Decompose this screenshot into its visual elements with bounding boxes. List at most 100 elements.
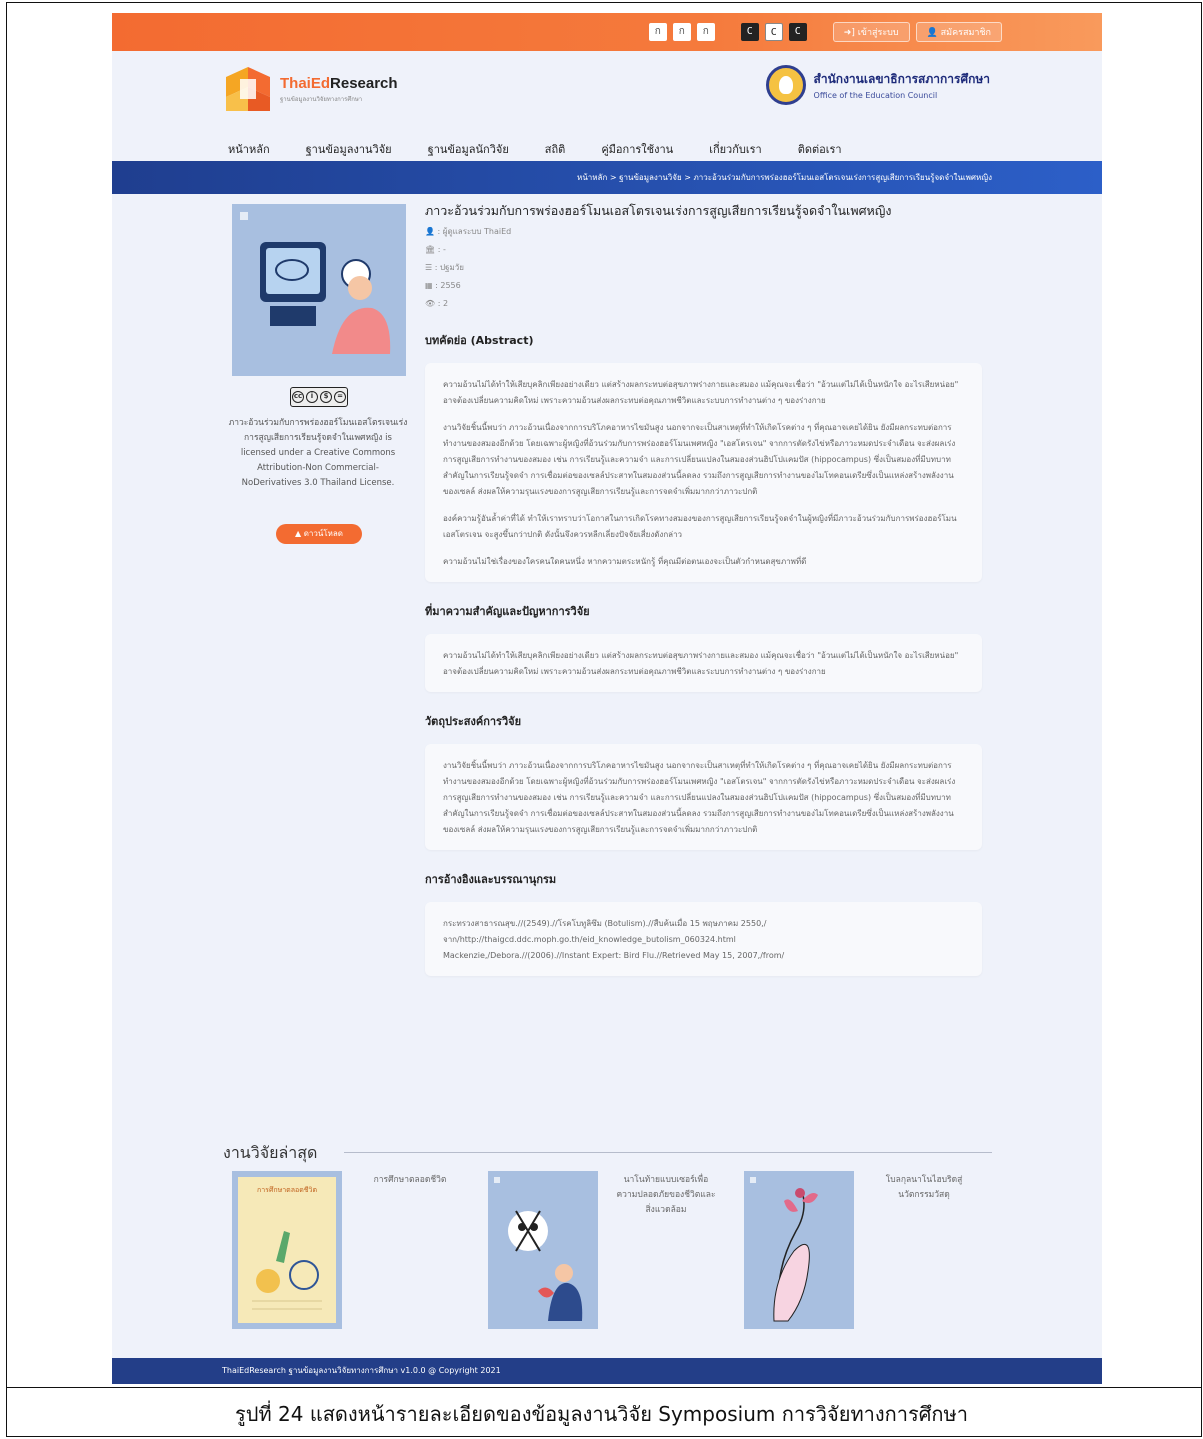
site-logo[interactable]: ThaiEdResearch ฐานข้อมูลงานวิจัยทางการศึ… <box>222 65 398 113</box>
figure-caption: รูปที่ 24 แสดงหน้ารายละเอียดของข้อมูลงาน… <box>235 1402 968 1426</box>
font-large-button[interactable]: ก <box>696 23 715 41</box>
register-label: สมัครสมาชิก <box>940 28 991 38</box>
font-medium-button[interactable]: ก <box>672 23 691 41</box>
nc-icon: $ <box>320 391 332 403</box>
research-content: ภาวะอ้วนร่วมกับการพร่องฮอร์โมนเอสโตรเจนเ… <box>425 194 982 976</box>
latest-item-caption[interactable]: การศึกษาตลอดชีวิต <box>360 1173 460 1188</box>
latest-item-caption[interactable]: โบลกุลนาโนไฮบริดสู่นวัตกรรมวัสดุ <box>874 1173 974 1203</box>
by-icon: i <box>306 391 318 403</box>
nav-home[interactable]: หน้าหลัก <box>228 140 306 158</box>
top-bar: ก ก ก C C C ➜] เข้าสู่ระบบ 👤 สมัครสมาชิก <box>112 13 1102 51</box>
author-value: : ผู้ดูแลระบบ ThaiEd <box>437 227 512 236</box>
agency-logo: สำนักงานเลขาธิการสภาการศึกษา Office of t… <box>765 65 990 105</box>
nd-icon: = <box>334 391 346 403</box>
nav-about[interactable]: เกี่ยวกับเรา <box>709 140 798 158</box>
nav-research-db[interactable]: ฐานข้อมูลงานวิจัย <box>306 140 428 158</box>
screenshot-page: ก ก ก C C C ➜] เข้าสู่ระบบ 👤 สมัครสมาชิก… <box>112 13 1102 1384</box>
logo-name-left: ThaiEd <box>280 74 331 92</box>
list-icon: ☰ <box>425 263 433 272</box>
login-button[interactable]: ➜] เข้าสู่ระบบ <box>832 22 910 42</box>
abstract-paragraph: ความอ้วนไม่ได้ทำให้เสียบุคลิกเพียงอย่างเ… <box>443 380 959 405</box>
frame-divider <box>7 1387 1201 1388</box>
contrast-yellow-button[interactable]: C <box>788 23 807 41</box>
nav-statistics[interactable]: สถิติ <box>545 140 602 158</box>
research-detail: cc i $ = ภาวะอ้วนร่วมกับการพร่องฮอร์โมนเ… <box>112 194 1102 1144</box>
license-text: ภาวะอ้วนร่วมกับการพร่องฮอร์โมนเอสโตรเจนเ… <box>228 418 408 488</box>
main-nav: หน้าหลัก ฐานข้อมูลงานวิจัย ฐานข้อมูลนักว… <box>228 140 878 158</box>
plant-sprout-illustration <box>773 1188 818 1322</box>
latest-item-cover[interactable]: การศึกษาตลอดชีวิต <box>232 1171 342 1329</box>
accessibility-tools: ก ก ก C C C ➜] เข้าสู่ระบบ 👤 สมัครสมาชิก <box>648 22 1002 42</box>
background-heading: ที่มาความสำคัญและปัญหาการวิจัย <box>425 605 590 618</box>
researcher-computer-illustration <box>260 242 391 354</box>
nav-manual[interactable]: คู่มือการใช้งาน <box>601 140 709 158</box>
breadcrumb[interactable]: หน้าหลัก > ฐานข้อมูลงานวิจัย > ภาวะอ้วนร… <box>577 171 992 184</box>
logo-name-right: Research <box>330 74 398 92</box>
institution-value: : - <box>437 245 446 254</box>
login-icon: ➜] <box>843 28 858 38</box>
objective-paragraph: งานวิจัยชิ้นนี้พบว่า ภาวะอ้วนเนื่องจากกา… <box>443 761 956 834</box>
latest-item-cover[interactable] <box>488 1171 598 1329</box>
abstract-paragraph: องค์ความรู้อันล้ำค่าที่ได้ ทำให้เราทราบว… <box>443 514 957 539</box>
meta-type: ☰ : ปฐมวัย <box>425 261 982 275</box>
logo-mark-icon <box>226 67 270 111</box>
logo-name: ThaiEdResearch <box>280 75 398 92</box>
meta-author: 👤 : ผู้ดูแลระบบ ThaiEd <box>425 225 982 239</box>
abstract-paragraph: ความอ้วนไม่ใช่เรื่องของใครคนใดคนหนึ่ง หา… <box>443 557 807 566</box>
logo-subtitle: ฐานข้อมูลงานวิจัยทางการศึกษา <box>280 95 363 103</box>
toxic-skull-illustration <box>508 1210 583 1321</box>
latest-item-cover-text: การศึกษาตลอดชีวิต <box>257 1186 317 1194</box>
site-header: ThaiEdResearch ฐานข้อมูลงานวิจัยทางการศึ… <box>112 51 1102 161</box>
creative-commons-badge[interactable]: cc i $ = <box>290 387 348 407</box>
bookmark-icon <box>494 1177 500 1183</box>
site-footer: ThaiEdResearch ฐานข้อมูลงานวิจัยทางการศึ… <box>112 1358 1102 1384</box>
reference-line: กระทรวงสาธารณสุข.//(2549).//โรคโบทูลิซึม… <box>443 919 767 928</box>
meta-year: ▦ : 2556 <box>425 279 982 293</box>
bookmark-icon <box>240 212 248 220</box>
meta-institution: 🏛 : - <box>425 243 982 257</box>
latest-research: งานวิจัยล่าสุด การศึกษาตลอดชีวิต การศึกษ… <box>112 1139 1102 1379</box>
objective-card: งานวิจัยชิ้นนี้พบว่า ภาวะอ้วนเนื่องจากกา… <box>425 744 982 850</box>
reference-line: จาก/http://thaigcd.ddc.moph.go.th/eid_kn… <box>443 935 736 944</box>
background-paragraph: ความอ้วนไม่ได้ทำให้เสียบุคลิกเพียงอย่างเ… <box>443 651 959 676</box>
download-label: ดาวน์โหลด <box>303 529 344 538</box>
research-title: ภาวะอ้วนร่วมกับการพร่องฮอร์โมนเอสโตรเจนเ… <box>425 203 892 218</box>
download-button[interactable]: ▲ ดาวน์โหลด <box>276 524 362 544</box>
register-button[interactable]: 👤 สมัครสมาชิก <box>915 22 1002 42</box>
latest-item-cover[interactable] <box>744 1171 854 1329</box>
user-icon: 👤 <box>926 28 941 38</box>
objective-heading: วัตถุประสงค์การวิจัย <box>425 715 522 728</box>
views-value: : 2 <box>437 299 449 308</box>
latest-item-caption[interactable]: นาโนท้ายแบบเซอร์เพื่อความปลอดภัยของชีวิต… <box>616 1173 716 1218</box>
reference-line: Mackenzie,/Debora.//(2006).//Instant Exp… <box>443 951 785 960</box>
contrast-dark-button[interactable]: C <box>740 23 759 41</box>
abstract-card: ความอ้วนไม่ได้ทำให้เสียบุคลิกเพียงอย่างเ… <box>425 363 982 582</box>
bookmark-icon <box>750 1177 756 1183</box>
nav-researcher-db[interactable]: ฐานข้อมูลนักวิจัย <box>428 140 545 158</box>
latest-divider <box>344 1152 992 1153</box>
download-icon: ▲ <box>294 529 304 538</box>
eye-icon: 👁 <box>425 299 436 308</box>
research-cover-image <box>232 204 406 376</box>
calendar-icon: ▦ <box>425 281 433 290</box>
agency-name-th: สำนักงานเลขาธิการสภาการศึกษา <box>813 72 990 86</box>
contrast-default-button[interactable]: C <box>764 23 783 41</box>
cc-icon: cc <box>292 391 304 403</box>
user-icon: 👤 <box>425 227 435 236</box>
type-value: : ปฐมวัย <box>434 263 464 272</box>
breadcrumb-band: หน้าหลัก > ฐานข้อมูลงานวิจัย > ภาวะอ้วนร… <box>112 161 1102 194</box>
nav-contact[interactable]: ติดต่อเรา <box>798 140 878 158</box>
reference-card: กระทรวงสาธารณสุข.//(2549).//โรคโบทูลิซึม… <box>425 902 982 976</box>
login-label: เข้าสู่ระบบ <box>857 28 899 38</box>
agency-name-en: Office of the Education Council <box>813 91 938 100</box>
agency-seal-icon <box>765 65 806 105</box>
meta-views: 👁 : 2 <box>425 297 982 311</box>
reference-heading: การอ้างอิงและบรรณานุกรม <box>425 873 557 886</box>
abstract-paragraph: งานวิจัยชิ้นนี้พบว่า ภาวะอ้วนเนื่องจากกา… <box>443 423 956 496</box>
font-small-button[interactable]: ก <box>648 23 667 41</box>
background-card: ความอ้วนไม่ได้ทำให้เสียบุคลิกเพียงอย่างเ… <box>425 634 982 692</box>
latest-heading: งานวิจัยล่าสุด <box>223 1143 318 1162</box>
abstract-heading: บทคัดย่อ (Abstract) <box>425 334 534 347</box>
year-value: : 2556 <box>435 281 461 290</box>
building-icon: 🏛 <box>425 245 436 254</box>
